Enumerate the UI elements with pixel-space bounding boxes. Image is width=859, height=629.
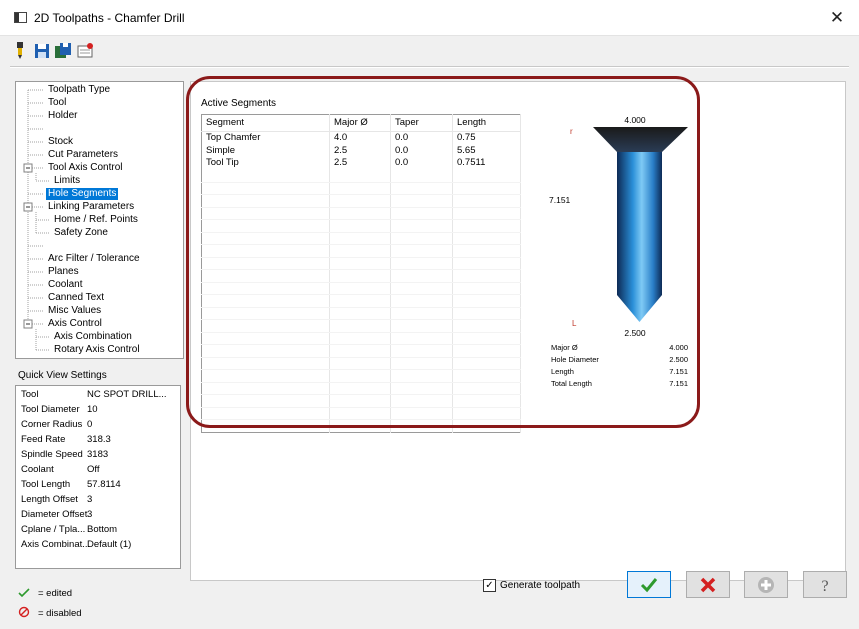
plus-circle-icon xyxy=(758,577,774,593)
svg-text:?: ? xyxy=(821,578,828,594)
qv-value: 57.8114 xyxy=(87,479,121,490)
tree-item-coolant[interactable]: Coolant xyxy=(48,279,82,291)
apply-button[interactable] xyxy=(744,571,788,598)
qv-value: Default (1) xyxy=(87,539,132,550)
qv-value: Bottom xyxy=(87,524,118,535)
qv-value: 3 xyxy=(87,494,93,505)
remove-icon[interactable] xyxy=(77,42,93,59)
close-button[interactable]: ✕ xyxy=(825,7,849,29)
generate-toolpath-label[interactable]: Generate toolpath xyxy=(500,580,580,591)
disabled-icon xyxy=(18,606,30,618)
tool-icon[interactable] xyxy=(12,42,28,59)
tree-item-hole-segments[interactable]: Hole Segments xyxy=(46,188,119,200)
qv-label: Axis Combinat... xyxy=(21,539,91,550)
qv-label: Length Offset xyxy=(21,494,78,505)
qv-label: Diameter Offset xyxy=(21,509,88,520)
tree-item-tool-axis-control[interactable]: Tool Axis Control xyxy=(48,162,122,174)
tree-item-planes[interactable]: Planes xyxy=(48,266,79,278)
cancel-button[interactable] xyxy=(686,571,730,598)
tree-item-tool[interactable]: Tool xyxy=(48,97,66,109)
qv-label: Tool Diameter xyxy=(21,404,80,415)
tree-item-axis-control[interactable]: Axis Control xyxy=(48,318,102,330)
qv-label: Tool Length xyxy=(21,479,71,490)
generate-toolpath-checkbox[interactable]: ✓ xyxy=(483,579,496,592)
title-bar: 2D Toolpaths - Chamfer Drill ✕ xyxy=(0,0,859,36)
qv-label: Tool xyxy=(21,389,39,400)
toolbar-divider xyxy=(10,66,849,68)
save-all-icon[interactable] xyxy=(55,42,71,59)
quick-view-list: Tool NC SPOT DRILL... Tool Diameter 10 Cor… xyxy=(15,385,181,569)
tree-item-home-ref-points[interactable]: Home / Ref. Points xyxy=(54,214,138,226)
qv-row-tool-diameter: Tool Diameter 10 xyxy=(21,403,98,416)
qv-label: Corner Radius xyxy=(21,419,83,430)
check-icon xyxy=(640,578,658,593)
x-icon xyxy=(700,577,716,593)
tree-item-axis-combination[interactable]: Axis Combination xyxy=(54,331,132,343)
qv-value: NC SPOT DRILL... xyxy=(87,389,167,400)
tree-item-misc-values[interactable]: Misc Values xyxy=(48,305,101,317)
window-title: 2D Toolpaths - Chamfer Drill xyxy=(34,11,185,25)
qv-row-corner-radius: Corner Radius 0 xyxy=(21,418,92,431)
ok-button[interactable] xyxy=(627,571,671,598)
edited-check-icon xyxy=(18,588,30,598)
parameter-tree[interactable]: Toolpath Type Tool Holder Stock Cut Para… xyxy=(15,81,184,359)
qv-row-diameter-offset: Diameter Offset 3 xyxy=(21,508,92,521)
tree-item-stock[interactable]: Stock xyxy=(48,136,73,148)
tree-item-arc-filter-tolerance[interactable]: Arc Filter / Tolerance xyxy=(48,253,140,265)
app-icon xyxy=(14,12,27,23)
tree-item-rotary-axis-control[interactable]: Rotary Axis Control xyxy=(54,344,140,356)
highlight-outline xyxy=(186,76,700,428)
tree-item-toolpath-type[interactable]: Toolpath Type xyxy=(48,84,110,96)
toolbar xyxy=(0,36,859,66)
qv-row-feed-rate: Feed Rate 318.3 xyxy=(21,433,111,446)
qv-value: 318.3 xyxy=(87,434,111,445)
tree-item-limits[interactable]: Limits xyxy=(54,175,80,187)
tree-item-canned-text[interactable]: Canned Text xyxy=(48,292,104,304)
tree-item-holder[interactable]: Holder xyxy=(48,110,77,122)
tree-item-safety-zone[interactable]: Safety Zone xyxy=(54,227,108,239)
qv-row-tool: Tool NC SPOT DRILL... xyxy=(21,388,167,401)
legend-disabled: = disabled xyxy=(38,608,82,619)
qv-value: Off xyxy=(87,464,100,475)
qv-label: Cplane / Tpla... xyxy=(21,524,86,535)
qv-value: 10 xyxy=(87,404,98,415)
qv-label: Spindle Speed xyxy=(21,449,83,460)
qv-label: Coolant xyxy=(21,464,54,475)
legend-edited: = edited xyxy=(38,588,73,599)
qv-row-spindle-speed: Spindle Speed 3183 xyxy=(21,448,108,461)
qv-label: Feed Rate xyxy=(21,434,66,445)
save-icon[interactable] xyxy=(34,42,50,59)
qv-row-length-offset: Length Offset 3 xyxy=(21,493,92,506)
help-button[interactable]: ? xyxy=(803,571,847,598)
qv-value: 0 xyxy=(87,419,93,430)
tree-item-cut-parameters[interactable]: Cut Parameters xyxy=(48,149,118,161)
tree-item-linking-parameters[interactable]: Linking Parameters xyxy=(48,201,134,213)
qv-row-cplane-tplane: Cplane / Tpla... Bottom xyxy=(21,523,117,536)
qv-value: 3183 xyxy=(87,449,109,460)
qv-row-axis-combination: Axis Combinat... Default (1) xyxy=(21,538,131,551)
qv-row-tool-length: Tool Length 57.8114 xyxy=(21,478,121,491)
help-icon: ? xyxy=(821,578,828,594)
quick-view-title: Quick View Settings xyxy=(18,370,107,381)
qv-value: 3 xyxy=(87,509,93,520)
qv-row-coolant: Coolant Off xyxy=(21,463,100,476)
